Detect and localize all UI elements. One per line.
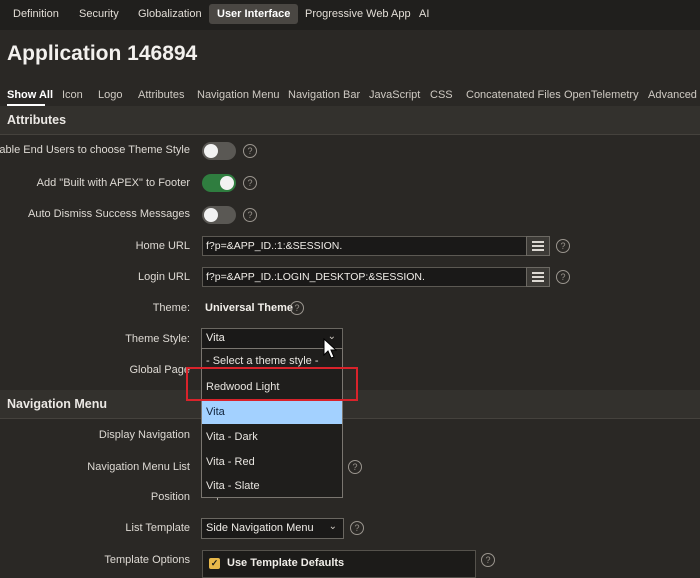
dropdown-option-vita-dark[interactable]: Vita - Dark bbox=[202, 425, 342, 449]
global-page-label: Global Page bbox=[129, 364, 190, 376]
subtab-show-all[interactable]: Show All bbox=[7, 89, 53, 101]
highlight-box bbox=[186, 367, 358, 401]
subtab-opentelemetry[interactable]: OpenTelemetry bbox=[564, 89, 639, 101]
navigation-menu-list-label: Navigation Menu List bbox=[87, 461, 190, 473]
toggle-knob bbox=[204, 208, 218, 222]
tab-progressive-web-app[interactable]: Progressive Web App bbox=[297, 4, 419, 24]
home-url-list-button[interactable] bbox=[526, 236, 550, 256]
enable-theme-style-label: Enable End Users to choose Theme Style bbox=[0, 144, 190, 156]
list-icon bbox=[532, 245, 544, 247]
help-icon[interactable]: ? bbox=[348, 460, 362, 474]
subtab-concatenated-files[interactable]: Concatenated Files bbox=[466, 89, 561, 101]
help-icon[interactable]: ? bbox=[243, 144, 257, 158]
theme-style-value: Vita bbox=[206, 332, 225, 344]
template-options-panel: ✓ Use Template Defaults bbox=[202, 550, 476, 578]
dropdown-option-vita-slate[interactable]: Vita - Slate bbox=[202, 474, 342, 498]
subtab-javascript[interactable]: JavaScript bbox=[369, 89, 420, 101]
section-divider bbox=[0, 134, 700, 135]
toggle-knob bbox=[204, 144, 218, 158]
tab-security[interactable]: Security bbox=[71, 4, 127, 24]
section-tabs: Show All Icon Logo Attributes Navigation… bbox=[0, 84, 700, 108]
mouse-cursor-icon bbox=[323, 338, 337, 359]
use-template-defaults-label: Use Template Defaults bbox=[227, 557, 345, 569]
subtab-navigation-bar[interactable]: Navigation Bar bbox=[288, 89, 360, 101]
top-tab-bar: Definition Security Globalization User I… bbox=[0, 0, 700, 30]
login-url-list-button[interactable] bbox=[526, 267, 550, 287]
auto-dismiss-label: Auto Dismiss Success Messages bbox=[28, 208, 190, 220]
login-url-input[interactable]: f?p=&APP_ID.:LOGIN_DESKTOP:&SESSION. bbox=[202, 267, 527, 287]
navigation-menu-heading: Navigation Menu bbox=[7, 397, 108, 411]
page-title: Application 146894 bbox=[7, 42, 198, 65]
subtab-advanced[interactable]: Advanced bbox=[648, 89, 697, 101]
dropdown-option-vita[interactable]: Vita bbox=[202, 400, 342, 424]
dropdown-option-vita-red[interactable]: Vita - Red bbox=[202, 450, 342, 474]
help-icon[interactable]: ? bbox=[290, 301, 304, 315]
home-url-label: Home URL bbox=[135, 240, 190, 252]
list-icon bbox=[532, 280, 544, 282]
home-url-input[interactable]: f?p=&APP_ID.:1:&SESSION. bbox=[202, 236, 527, 256]
chevron-down-icon: ⌄ bbox=[328, 521, 337, 532]
login-url-label: Login URL bbox=[138, 271, 190, 283]
help-icon[interactable]: ? bbox=[556, 239, 570, 253]
list-template-value: Side Navigation Menu bbox=[206, 522, 314, 534]
subtab-css[interactable]: CSS bbox=[430, 89, 453, 101]
help-icon[interactable]: ? bbox=[350, 521, 364, 535]
subtab-logo[interactable]: Logo bbox=[98, 89, 122, 101]
tab-ai[interactable]: AI bbox=[411, 4, 437, 24]
template-options-label: Template Options bbox=[104, 554, 190, 566]
built-with-apex-label: Add "Built with APEX" to Footer bbox=[36, 177, 190, 189]
theme-label: Theme: bbox=[152, 302, 190, 314]
built-with-apex-toggle[interactable] bbox=[202, 174, 236, 192]
attributes-section-header: Attributes bbox=[0, 106, 700, 134]
toggle-knob bbox=[220, 176, 234, 190]
subtab-attributes[interactable]: Attributes bbox=[138, 89, 184, 101]
theme-style-label: Theme Style: bbox=[125, 333, 190, 345]
attributes-heading: Attributes bbox=[7, 113, 67, 127]
tab-globalization[interactable]: Globalization bbox=[130, 4, 210, 24]
tab-user-interface[interactable]: User Interface bbox=[209, 4, 299, 24]
list-icon bbox=[532, 272, 544, 274]
enable-theme-style-toggle[interactable] bbox=[202, 142, 236, 160]
tab-definition[interactable]: Definition bbox=[5, 4, 67, 24]
auto-dismiss-toggle[interactable] bbox=[202, 206, 236, 224]
list-template-select[interactable]: Side Navigation Menu ⌄ bbox=[201, 518, 344, 539]
list-icon bbox=[532, 241, 544, 243]
position-label: Position bbox=[150, 491, 190, 503]
subtab-icon[interactable]: Icon bbox=[62, 89, 83, 101]
display-navigation-label: Display Navigation bbox=[98, 429, 190, 441]
help-icon[interactable]: ? bbox=[243, 208, 257, 222]
help-icon[interactable]: ? bbox=[481, 553, 495, 567]
theme-style-select[interactable]: Vita ⌄ bbox=[201, 328, 343, 349]
help-icon[interactable]: ? bbox=[556, 270, 570, 284]
list-icon bbox=[532, 249, 544, 251]
list-template-label: List Template bbox=[125, 522, 190, 534]
use-template-defaults-checkbox[interactable]: ✓ bbox=[209, 558, 220, 569]
help-icon[interactable]: ? bbox=[243, 176, 257, 190]
subtab-navigation-menu[interactable]: Navigation Menu bbox=[197, 89, 280, 101]
theme-value: Universal Theme bbox=[205, 302, 294, 314]
list-icon bbox=[532, 276, 544, 278]
section-divider bbox=[0, 418, 700, 419]
